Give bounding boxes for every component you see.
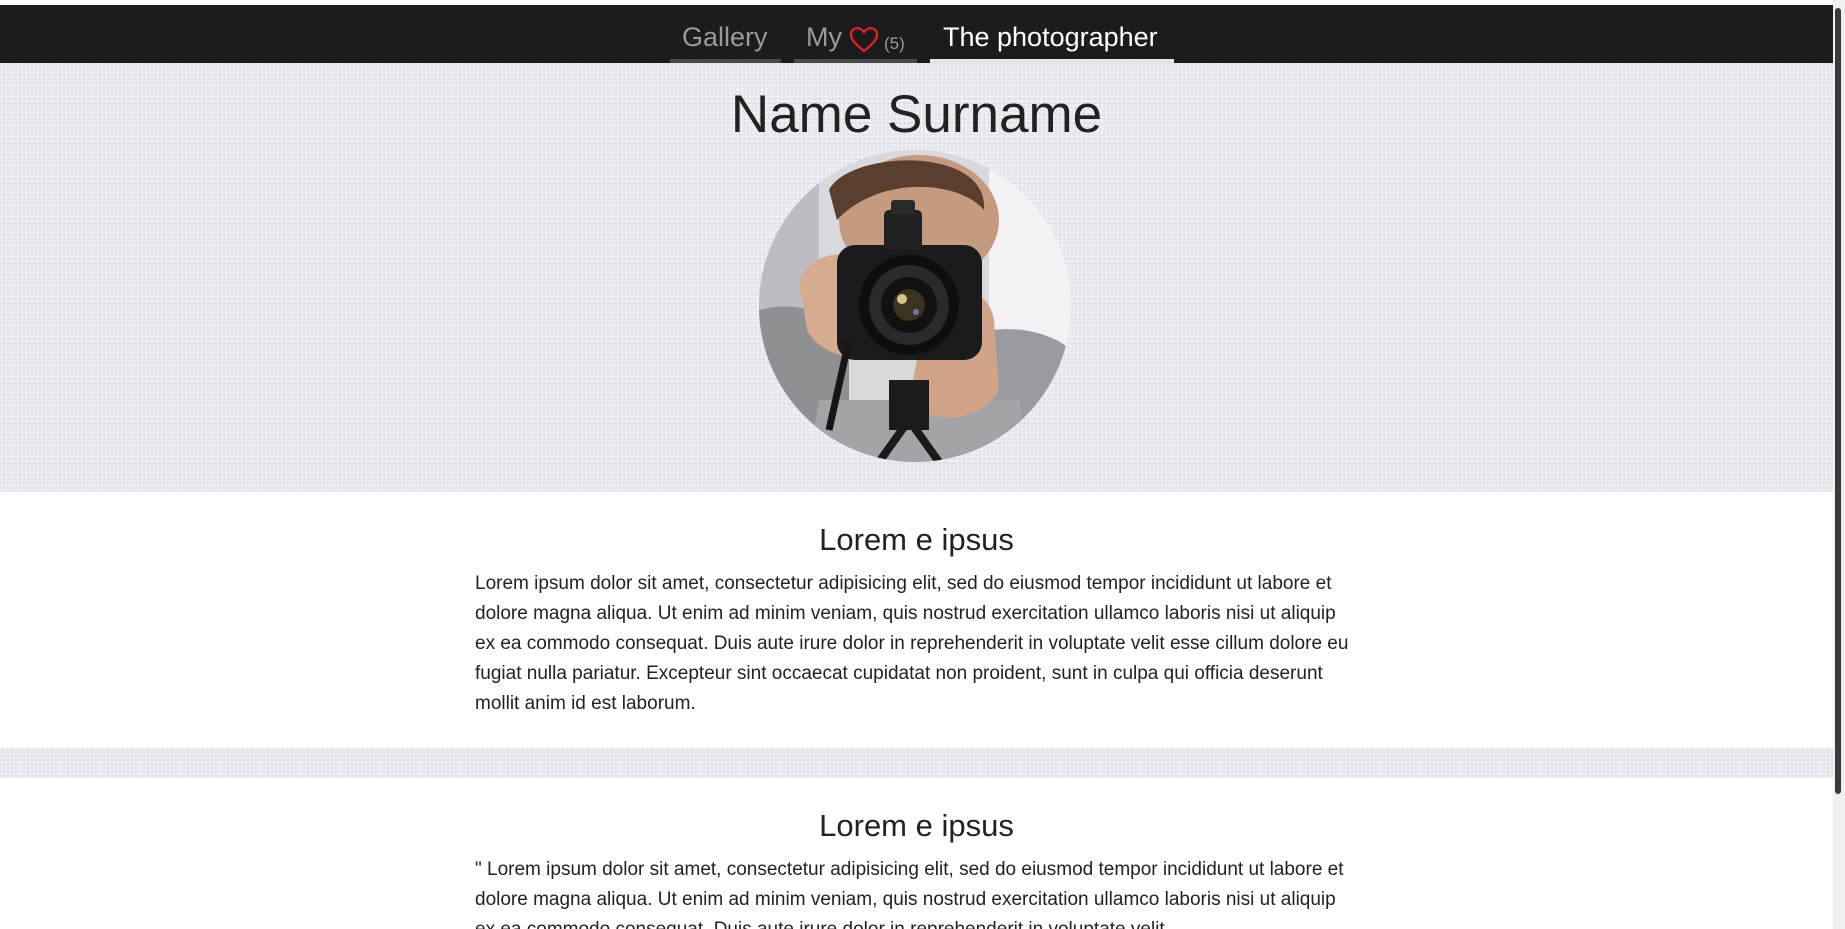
nav-item-the-photographer[interactable]: The photographer [930,5,1174,63]
nav-item-label: The photographer [943,22,1158,52]
nav-menu: Gallery My (5) The photographer [0,5,1833,63]
heart-icon [850,27,878,53]
section-divider [0,748,1833,778]
nav-item-label: Gallery [682,22,768,52]
top-navbar: Gallery My (5) The photographer [0,5,1833,63]
nav-item-my-favorites[interactable]: My (5) [794,5,917,63]
scrollbar-thumb[interactable] [1835,8,1841,794]
photographer-name: Name Surname [730,85,1103,144]
nav-item-gallery[interactable]: Gallery [670,5,781,63]
photographer-avatar [759,150,1071,462]
content-section: Lorem e ipsus Lorem ipsum dolor sit amet… [0,492,1833,748]
content-section: Lorem e ipsus " Lorem ipsum dolor sit am… [0,778,1833,929]
profile-hero: Name Surname [0,63,1833,492]
section-text: " Lorem ipsum dolor sit amet, consectetu… [475,859,1344,929]
section-text: Lorem ipsum dolor sit amet, consectetur … [475,573,1349,714]
photographer-photo [759,150,1071,462]
nav-item-label: My [806,22,842,52]
section-title: Lorem e ipsus [819,808,1014,843]
favorites-count: (5) [884,34,905,53]
vertical-scrollbar[interactable] [1833,0,1845,929]
section-title: Lorem e ipsus [819,522,1014,557]
